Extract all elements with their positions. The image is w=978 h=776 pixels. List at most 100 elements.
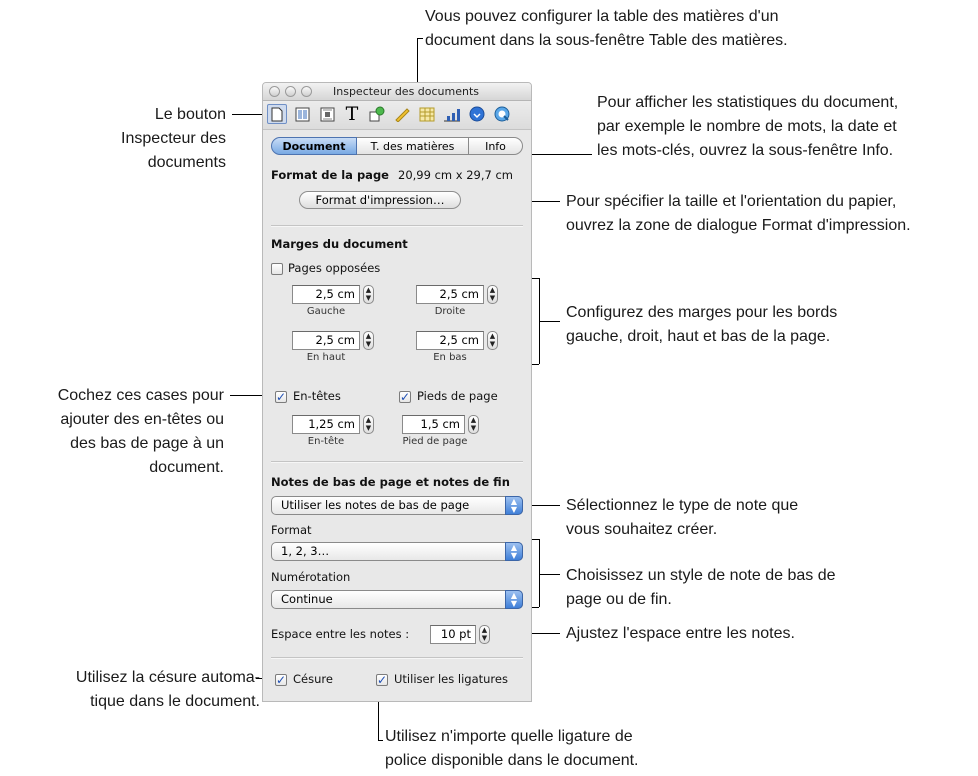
callout-line: Vous pouvez configurer la table des mati… [425,8,779,25]
window-title: Inspecteur des documents [333,85,480,98]
print-format-button[interactable]: Format d'impression… [299,191,461,209]
bottom-margin-stepper[interactable]: ▲ ▼ [487,331,498,350]
callout-line: documents [147,154,226,171]
facing-pages-checkbox[interactable] [271,263,283,275]
layout-inspector-button[interactable] [292,104,312,124]
callout-line: des bas de page à un [70,435,224,452]
chart-icon [444,108,460,121]
note-spacing-field[interactable]: 10 pt [430,625,476,644]
callout-note-type: Sélectionnez le type de note que vous so… [566,494,798,542]
callout-line: gauche, droit, haut et bas de la page. [566,328,831,345]
right-margin-label: Droite [434,306,466,317]
metrics-inspector-button[interactable] [392,104,412,124]
chevron-updown-icon: ▲ ▼ [505,496,523,515]
leader-line [540,321,560,322]
callout-line: police disponible dans le document. [385,752,639,769]
note-format-popup[interactable]: 1, 2, 3… ▲ ▼ [271,542,523,561]
footer-stepper[interactable]: ▲ ▼ [468,415,479,434]
numbering-popup[interactable]: Continue ▲ ▼ [271,590,523,609]
document-inspector-window: Inspecteur des documents T Document T. d… [262,82,532,702]
zoom-window-button[interactable] [301,86,312,97]
note-type-value: Utiliser les notes de bas de page [281,498,470,512]
callout-line: ajouter des en-têtes ou [60,411,224,428]
footers-checkbox[interactable]: ✓ [399,391,411,403]
note-format-value: 1, 2, 3… [281,544,330,558]
left-margin-field[interactable]: 2,5 cm [292,285,360,304]
leader-line [417,38,423,39]
top-margin-label: En haut [306,352,346,363]
callout-note-spacing: Ajustez l'espace entre les notes. [566,622,795,646]
top-margin-stepper[interactable]: ▲ ▼ [363,331,374,350]
ligatures-checkbox[interactable]: ✓ [376,674,388,686]
notes-heading: Notes de bas de page et notes de fin [271,475,510,489]
leader-line [539,539,540,607]
callout-line: document dans la sous-fenêtre Table des … [425,32,788,49]
title-bar[interactable]: Inspecteur des documents [263,83,531,101]
leader-line [528,505,560,506]
header-field[interactable]: 1,25 cm [292,415,360,434]
chart-inspector-button[interactable] [442,104,462,124]
callout-line: Configurez des marges pour les bords [566,304,838,321]
link-inspector-button[interactable] [467,104,487,124]
callout-print-format: Pour spécifier la taille et l'orientatio… [566,190,911,238]
ligatures-label: Utiliser les ligatures [394,672,508,686]
divider [271,461,523,463]
callout-line: par exemple le nombre de mots, la date e… [597,118,897,135]
callout-inspector-button: Le bouton Inspecteur des documents [70,103,226,175]
right-margin-field[interactable]: 2,5 cm [416,285,484,304]
quicktime-inspector-button[interactable] [492,104,512,124]
text-icon: T [345,103,359,125]
minimize-window-button[interactable] [285,86,296,97]
graphic-inspector-button[interactable] [367,104,387,124]
note-spacing-stepper[interactable]: ▲ ▼ [479,625,490,644]
callout-line: tique dans le document. [90,693,260,710]
right-margin-stepper[interactable]: ▲ ▼ [487,285,498,304]
note-type-popup[interactable]: Utiliser les notes de bas de page ▲ ▼ [271,496,523,515]
hyphenation-label: Césure [293,672,333,686]
left-margin-stepper[interactable]: ▲ ▼ [363,285,374,304]
callout-table-of-contents: Vous pouvez configurer la table des mati… [425,5,788,53]
callout-note-style: Choisissez un style de note de bas de pa… [566,564,836,612]
headers-checkbox[interactable]: ✓ [275,391,287,403]
layout-icon [295,107,309,121]
callout-line: Sélectionnez le type de note que [566,497,799,514]
quicktime-icon [494,106,510,122]
callout-line: Utilisez la césure automa- [75,669,260,686]
callout-line: Choisissez un style de note de bas de [566,567,836,584]
link-icon [469,106,485,122]
text-inspector-button[interactable]: T [342,104,362,124]
document-inspector-button[interactable] [267,104,287,124]
callout-line: Utilisez n'importe quelle ligature de [385,728,633,745]
table-icon [419,107,435,121]
tab-document[interactable]: Document [271,137,357,155]
graphic-icon [369,106,385,122]
callout-headers-footers: Cochez ces cases pour ajouter des en-têt… [20,384,224,480]
table-inspector-button[interactable] [417,104,437,124]
header-stepper[interactable]: ▲ ▼ [363,415,374,434]
footer-field[interactable]: 1,5 cm [402,415,465,434]
top-margin-field[interactable]: 2,5 cm [292,331,360,350]
tab-info[interactable]: Info [469,137,523,155]
headers-label: En-têtes [293,389,341,403]
callout-hyphenation: Utilisez la césure automa- tique dans le… [0,666,260,714]
metrics-icon [395,108,410,122]
callout-line: document. [149,459,224,476]
note-spacing-label: Espace entre les notes : [271,627,410,641]
header-label: En-tête [307,436,345,447]
callout-line: Le bouton [154,106,226,123]
page-format-value: 20,99 cm x 29,7 cm [398,168,514,182]
inspector-tabs: Document T. des matières Info [271,137,523,155]
wrap-inspector-button[interactable] [317,104,337,124]
divider [271,657,523,659]
callout-line: Pour afficher les statistiques du docume… [597,94,899,111]
numbering-label: Numérotation [271,570,351,584]
tab-table-of-contents[interactable]: T. des matières [357,137,469,155]
hyphenation-checkbox[interactable]: ✓ [275,674,287,686]
margins-heading: Marges du document [271,237,408,251]
bottom-margin-label: En bas [433,352,467,363]
inspector-toolbar: T [263,101,531,130]
bottom-margin-field[interactable]: 2,5 cm [416,331,484,350]
chevron-updown-icon: ▲ ▼ [505,590,523,609]
format-label: Format [271,523,312,537]
close-window-button[interactable] [269,86,280,97]
